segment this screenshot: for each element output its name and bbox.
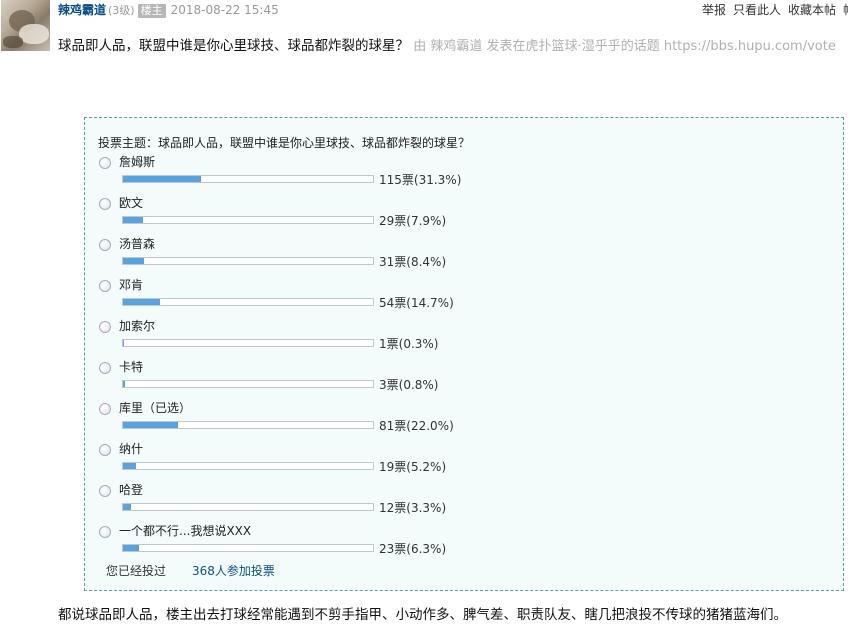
post-header: 辣鸡霸道 (3级) 楼主 2018-08-22 15:45 — [58, 2, 279, 18]
vote-progress-fill — [123, 176, 202, 182]
more-action-link[interactable]: 帖 — [843, 3, 848, 17]
vote-option-count: 29票(7.9%) — [379, 214, 447, 228]
vote-option-radio[interactable] — [99, 526, 111, 538]
vote-option-count: 31票(8.4%) — [379, 255, 447, 269]
vote-option-count: 3票(0.8%) — [379, 378, 439, 392]
vote-option-radio[interactable] — [99, 403, 111, 415]
vote-progress-bar — [122, 503, 374, 511]
author-link[interactable]: 辣鸡霸道 — [58, 3, 106, 17]
vote-option-radio[interactable] — [99, 198, 111, 210]
vote-option-label: 邓肯 — [119, 278, 144, 292]
post-actions: 举报只看此人收藏本帖帖 — [702, 2, 848, 18]
vote-option: 欧文 29票(7.9%) — [99, 196, 519, 237]
post-title-text: 球品即人品，联盟中谁是你心里球技、球品都炸裂的球星？ — [58, 38, 409, 54]
vote-progress-fill — [123, 463, 136, 469]
vote-option-label: 加索尔 — [119, 319, 156, 333]
vote-progress-bar — [122, 298, 374, 306]
vote-option: 詹姆斯 115票(31.3%) — [99, 155, 519, 196]
vote-option-label: 詹姆斯 — [119, 155, 156, 169]
participants-link[interactable]: 368人参加投票 — [192, 564, 275, 578]
vote-option-label: 纳什 — [119, 442, 144, 456]
vote-option-count: 81票(22.0%) — [379, 419, 454, 433]
vote-progress-fill — [123, 340, 124, 346]
vote-option-count: 19票(5.2%) — [379, 460, 447, 474]
favorite-post-link[interactable]: 收藏本帖 — [788, 3, 836, 17]
vote-option-count: 23票(6.3%) — [379, 542, 447, 556]
vote-option-count: 115票(31.3%) — [379, 173, 462, 187]
vote-progress-bar — [122, 462, 374, 470]
vote-option: 纳什 19票(5.2%) — [99, 442, 519, 483]
vote-option-radio[interactable] — [99, 362, 111, 374]
vote-panel: 投票主题：球品即人品，联盟中谁是你心里球技、球品都炸裂的球星？ 詹姆斯 115票(… — [84, 117, 844, 591]
vote-option-label: 哈登 — [119, 483, 144, 497]
post-timestamp: 2018-08-22 15:45 — [170, 3, 279, 17]
vote-progress-bar — [122, 257, 374, 265]
op-badge: 楼主 — [137, 4, 166, 18]
vote-option: 一个都不行...我想说XXX 23票(6.3%) — [99, 524, 519, 565]
vote-option-label: 库里（已选） — [119, 401, 192, 415]
vote-progress-bar — [122, 339, 374, 347]
vote-option-label: 一个都不行...我想说XXX — [119, 524, 252, 538]
vote-option-label: 卡特 — [119, 360, 144, 374]
vote-option: 哈登 12票(3.3%) — [99, 483, 519, 524]
vote-option-radio[interactable] — [99, 157, 111, 169]
vote-progress-fill — [123, 258, 144, 264]
vote-option: 加索尔 1票(0.3%) — [99, 319, 519, 360]
only-this-user-link[interactable]: 只看此人 — [733, 3, 781, 17]
vote-title: 投票主题：球品即人品，联盟中谁是你心里球技、球品都炸裂的球星？ — [98, 136, 471, 150]
vote-option-count: 54票(14.7%) — [379, 296, 454, 310]
voted-status: 您已经投过 — [106, 564, 167, 578]
vote-footer: 您已经投过 368人参加投票 — [106, 562, 275, 579]
vote-progress-fill — [123, 422, 178, 428]
vote-option: 邓肯 54票(14.7%) — [99, 278, 519, 319]
vote-option-radio[interactable] — [99, 239, 111, 251]
vote-option-count: 12票(3.3%) — [379, 501, 447, 515]
vote-option-label: 汤普森 — [119, 237, 156, 251]
vote-option-radio[interactable] — [99, 444, 111, 456]
avatar[interactable] — [1, 0, 50, 51]
user-level: (3级) — [108, 4, 135, 17]
report-link[interactable]: 举报 — [702, 3, 726, 17]
vote-progress-fill — [123, 217, 143, 223]
vote-progress-bar — [122, 421, 374, 429]
vote-option: 汤普森 31票(8.4%) — [99, 237, 519, 278]
vote-progress-fill — [123, 299, 160, 305]
vote-option-radio[interactable] — [99, 485, 111, 497]
vote-option: 库里（已选） 81票(22.0%) — [99, 401, 519, 442]
vote-progress-fill — [123, 545, 139, 551]
vote-progress-bar — [122, 380, 374, 388]
vote-option-label: 欧文 — [119, 196, 144, 210]
vote-option-radio[interactable] — [99, 280, 111, 292]
vote-progress-fill — [123, 504, 132, 510]
post-body: 都说球品即人品，楼主出去打球经常能遇到不剪手指甲、小动作多、脾气差、职责队友、瞎… — [58, 607, 787, 623]
vote-progress-fill — [123, 381, 125, 387]
post-title: 球品即人品，联盟中谁是你心里球技、球品都炸裂的球星？ 由 辣鸡霸道 发表在虎扑篮… — [58, 36, 848, 57]
vote-option-radio[interactable] — [99, 321, 111, 333]
post-source: 由 辣鸡霸道 发表在虎扑篮球·湿乎乎的话题 https://bbs.hupu.c… — [413, 39, 836, 54]
vote-progress-bar — [122, 216, 374, 224]
vote-option-count: 1票(0.3%) — [379, 337, 439, 351]
vote-progress-bar — [122, 544, 374, 552]
vote-option: 卡特 3票(0.8%) — [99, 360, 519, 401]
vote-progress-bar — [122, 175, 374, 183]
